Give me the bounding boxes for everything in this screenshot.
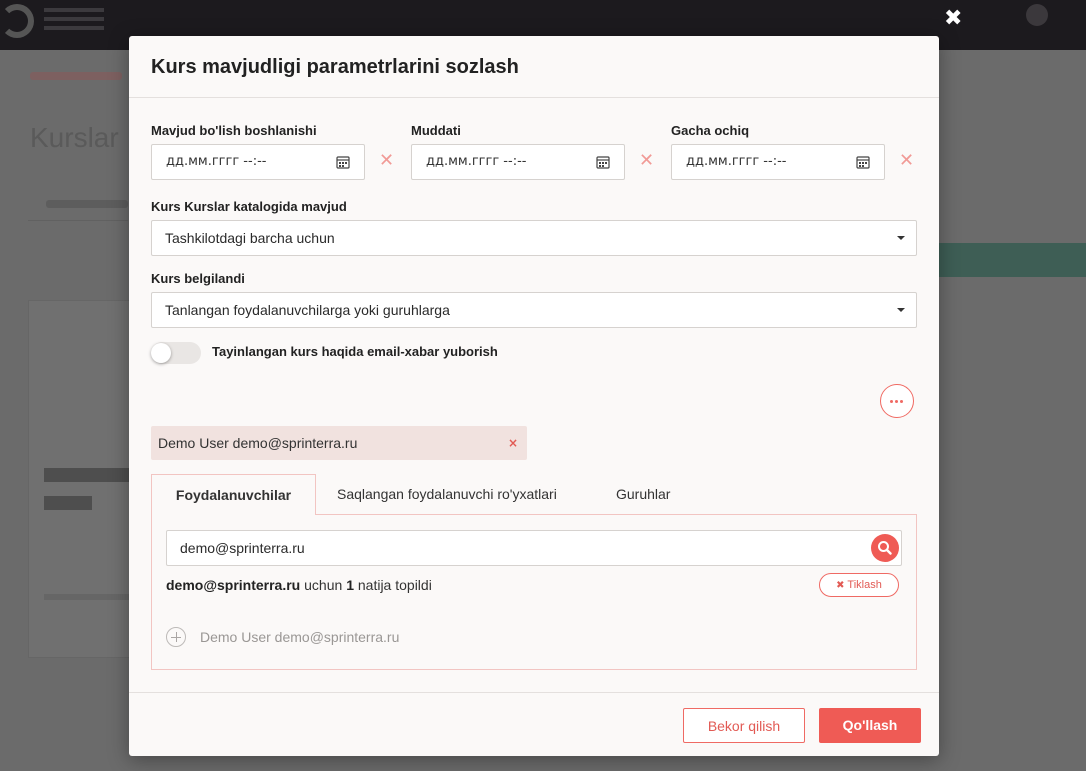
clear-end-date-icon[interactable]: ✕ (639, 152, 654, 170)
users-tab-panel: demo@sprinterra.ru demo@sprinterra.ru uc… (151, 514, 917, 670)
background-card-title (44, 468, 129, 482)
start-date-field: Mavjud bo'lish boshlanishi дд.мм.гггг --… (151, 123, 394, 180)
email-notification-label: Tayinlangan kurs haqida email-xabar yubo… (212, 344, 498, 359)
open-until-field: Gacha ochiq дд.мм.гггг --:-- ✕ (671, 123, 914, 180)
background-divider (28, 220, 128, 221)
breadcrumb (30, 72, 122, 80)
search-result-summary: demo@sprinterra.ru uchun 1 natija topild… (166, 577, 432, 593)
background-green-button (939, 243, 1086, 277)
logo-text (44, 8, 104, 34)
background-card-text (44, 594, 129, 600)
avatar (1026, 4, 1048, 26)
start-date-input[interactable]: дд.мм.гггг --:-- (151, 144, 365, 180)
availability-settings-modal: Kurs mavjudligi parametrlarini sozlash M… (129, 36, 939, 756)
calendar-icon[interactable] (856, 155, 870, 169)
open-until-input[interactable]: дд.мм.гггг --:-- (671, 144, 885, 180)
result-query: demo@sprinterra.ru (166, 577, 301, 593)
toggle-knob (151, 343, 171, 363)
remove-chip-icon[interactable]: × (508, 436, 518, 450)
end-date-input[interactable]: дд.мм.гггг --:-- (411, 144, 625, 180)
search-icon (878, 541, 892, 555)
date-range-row: Mavjud bo'lish boshlanishi дд.мм.гггг --… (151, 123, 917, 183)
tab-saved-user-lists[interactable]: Saqlangan foydalanuvchi ro'yxatlari (337, 474, 557, 515)
user-result-label: Demo User demo@sprinterra.ru (200, 629, 400, 645)
tab-users[interactable]: Foydalanuvchilar (151, 474, 316, 515)
caret-down-icon (897, 236, 905, 240)
tab-bar: Foydalanuvchilar Saqlangan foydalanuvchi… (151, 474, 917, 515)
search-button[interactable] (871, 534, 899, 562)
add-circle-icon[interactable] (166, 627, 186, 647)
background-card-subtitle (44, 496, 92, 510)
end-date-field: Muddati дд.мм.гггг --:-- ✕ (411, 123, 654, 180)
result-count: 1 (346, 577, 354, 593)
user-search-input[interactable]: demo@sprinterra.ru (166, 530, 902, 566)
logo-icon (0, 4, 34, 38)
email-notification-toggle[interactable] (151, 342, 201, 364)
reset-button[interactable]: ✖ Tiklash (819, 573, 899, 597)
open-until-label: Gacha ochiq (671, 123, 750, 138)
background-page-title: Kurslar (30, 122, 119, 153)
selected-user-chip-label: Demo User demo@sprinterra.ru (158, 435, 358, 451)
selected-user-chip: Demo User demo@sprinterra.ru × (151, 426, 527, 460)
close-icon[interactable]: ✖ (944, 6, 962, 31)
cancel-button[interactable]: Bekor qilish (683, 708, 805, 743)
catalog-availability-label: Kurs Kurslar katalogida mavjud (151, 199, 347, 214)
result-found-text: natija topildi (357, 577, 432, 593)
caret-down-icon (897, 308, 905, 312)
assigned-select[interactable]: Tanlangan foydalanuvchilarga yoki guruhl… (151, 292, 917, 328)
reset-button-label: Tiklash (847, 579, 882, 591)
modal-footer: Bekor qilish Qo'llash (129, 692, 939, 756)
result-for-text: uchun (304, 577, 343, 593)
background-tab (46, 200, 128, 208)
catalog-availability-select[interactable]: Tashkilotdagi barcha uchun (151, 220, 917, 256)
modal-title: Kurs mavjudligi parametrlarini sozlash (151, 56, 519, 78)
modal-header: Kurs mavjudligi parametrlarini sozlash (129, 36, 939, 98)
assigned-label: Kurs belgilandi (151, 271, 245, 286)
apply-button[interactable]: Qo'llash (819, 708, 921, 743)
more-dots-icon (890, 400, 904, 403)
start-date-label: Mavjud bo'lish boshlanishi (151, 123, 317, 138)
calendar-icon[interactable] (596, 155, 610, 169)
tab-groups[interactable]: Guruhlar (616, 474, 670, 515)
clear-start-date-icon[interactable]: ✕ (379, 152, 394, 170)
reset-x-icon: ✖ (836, 580, 845, 591)
end-date-label: Muddati (411, 123, 461, 138)
calendar-icon[interactable] (336, 155, 350, 169)
clear-open-until-icon[interactable]: ✕ (899, 152, 914, 170)
more-options-button[interactable] (880, 384, 914, 418)
